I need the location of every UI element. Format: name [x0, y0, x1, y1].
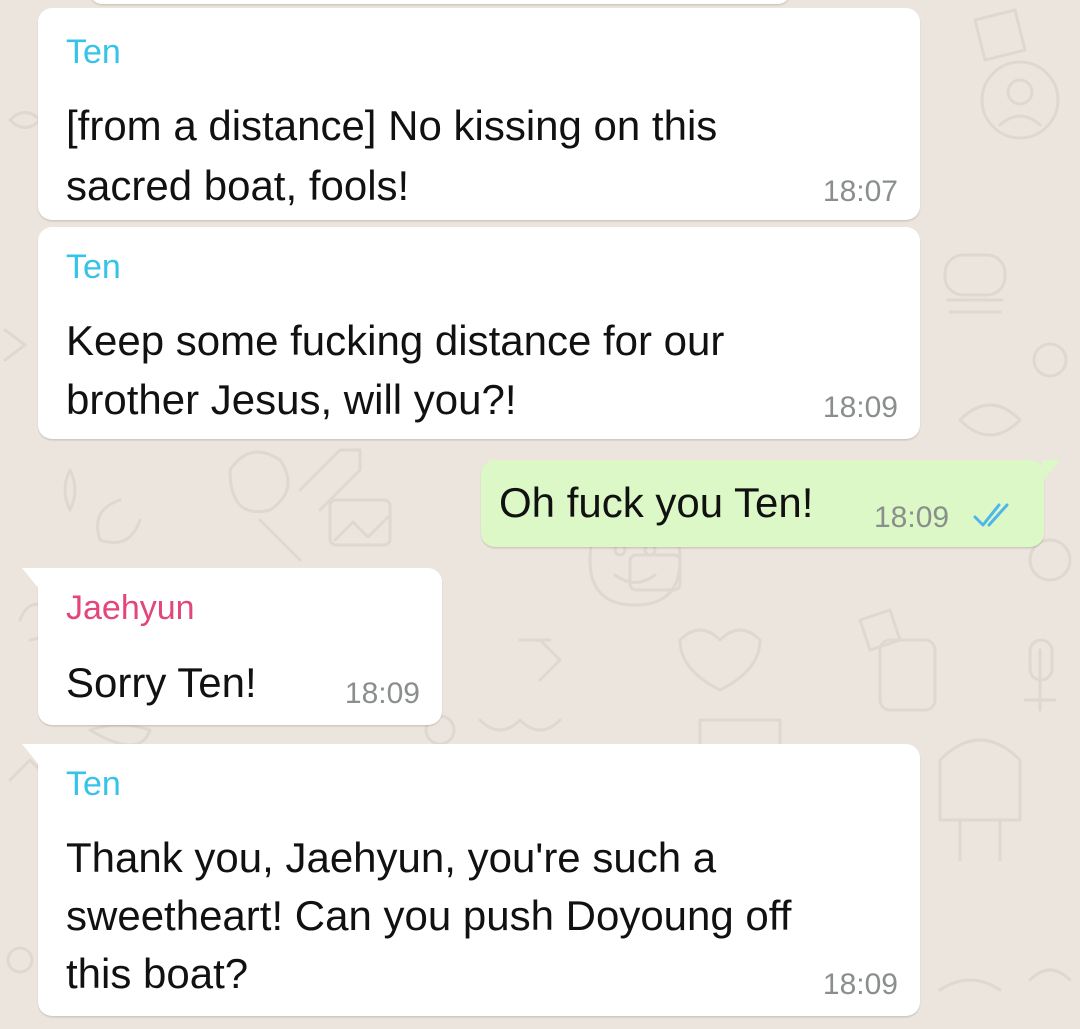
- message-text-line: sacred boat, fools!: [66, 162, 410, 209]
- sender-name[interactable]: Ten: [66, 764, 121, 804]
- message-text-line: Sorry Ten!: [66, 659, 257, 706]
- sender-name[interactable]: Jaehyun: [66, 588, 195, 628]
- message-timestamp: 18:09: [344, 677, 420, 710]
- message-bubble-outgoing[interactable]: Oh fuck you Ten! 18:09: [481, 460, 1060, 547]
- sender-name[interactable]: Ten: [66, 247, 121, 287]
- message-bubble-incoming[interactable]: Ten Thank you, Jaehyun, you're such a sw…: [22, 744, 920, 1016]
- message-timestamp: 18:09: [822, 391, 898, 424]
- message-text-line: brother Jesus, will you?!: [66, 376, 517, 423]
- message-timestamp: 18:09: [822, 968, 898, 1001]
- message-text-line: Oh fuck you Ten!: [499, 479, 814, 526]
- sender-name[interactable]: Ten: [66, 32, 121, 72]
- bubble-tail: [22, 568, 40, 590]
- bubble-tail: [22, 744, 40, 766]
- message-bubble-incoming[interactable]: Ten [from a distance] No kissing on this…: [38, 8, 920, 220]
- message-timestamp: 18:07: [822, 175, 898, 208]
- previous-message-bubble-edge: [90, 0, 790, 4]
- message-text-line: Keep some fucking distance for our: [66, 317, 725, 364]
- message-text-line: this boat?: [66, 950, 249, 997]
- message-text-line: [from a distance] No kissing on this: [66, 102, 718, 149]
- message-bubble-incoming[interactable]: Ten Keep some fucking distance for our b…: [38, 227, 920, 439]
- double-check-read-icon: [973, 503, 1009, 527]
- message-timestamp: 18:09: [874, 501, 950, 534]
- bubble-tail: [1042, 460, 1060, 482]
- message-bubble-incoming[interactable]: Jaehyun Sorry Ten! 18:09: [22, 568, 442, 725]
- message-text-line: Thank you, Jaehyun, you're such a: [66, 834, 717, 881]
- message-text-line: sweetheart! Can you push Doyoung off: [66, 892, 792, 939]
